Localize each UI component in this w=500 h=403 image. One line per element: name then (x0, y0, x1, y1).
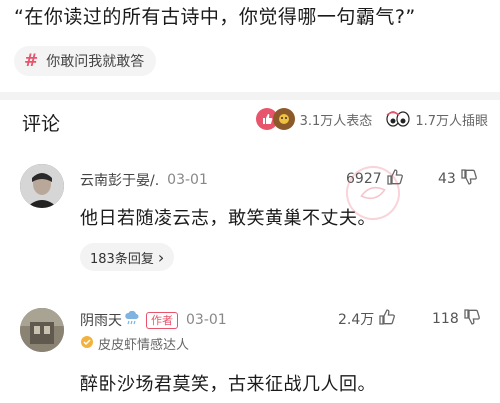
reaction-icons (255, 108, 295, 130)
comment-meta: 阴雨天 作者 03-01 (80, 310, 227, 330)
comments-title: 评论 (22, 113, 61, 135)
replies-count: 183条回复 (90, 251, 154, 267)
thumbs-up-icon (378, 308, 396, 330)
emoji-reaction-icon (272, 108, 295, 130)
comment-item: 云南彭于晏/. 03-01 6927 43 他日若随凌云志，敢笑黄巢不丈夫。 1… (0, 150, 500, 280)
avatar[interactable] (20, 308, 64, 352)
reaction-illustrated-count: 1.7万人插眼 (415, 113, 488, 129)
user-title-text: 皮皮虾情感达人 (98, 338, 190, 353)
comment-text: 醉卧沙场君莫笑，古来征战几人回。 (80, 374, 376, 395)
dislike-button[interactable]: 43 (438, 168, 478, 190)
comment-meta: 云南彭于晏/. 03-01 (80, 170, 208, 190)
topic-label: 你敢问我就敢答 (46, 54, 145, 70)
section-divider (0, 92, 500, 100)
author-badge: 作者 (146, 311, 178, 329)
user-title: 皮皮虾情感达人 (80, 334, 189, 353)
comment-date: 03-01 (167, 172, 208, 188)
eyes-icon (386, 111, 410, 127)
comments-header: 评论 3.1万人表态 1.7万人插眼 (0, 100, 500, 144)
reaction-summary[interactable]: 3.1万人表态 1.7万人插眼 (255, 108, 488, 130)
hashtag-icon: # (24, 51, 39, 71)
view-replies-button[interactable]: 183条回复 › (80, 243, 175, 271)
comment-date: 03-01 (186, 312, 227, 328)
comment-text: 他日若随凌云志，敢笑黄巢不丈夫。 (80, 208, 376, 229)
thumbs-down-icon (460, 168, 478, 190)
avatar[interactable] (20, 164, 64, 208)
chevron-right-icon: › (157, 247, 165, 267)
dislike-button[interactable]: 118 (432, 308, 481, 330)
dislike-count: 43 (438, 171, 456, 187)
post-question: “在你读过的所有古诗中，你觉得哪一句霸气?” (14, 6, 416, 28)
like-count: 2.4万 (338, 312, 375, 328)
username[interactable]: 阴雨天 (80, 310, 122, 330)
comment-item: 阴雨天 作者 03-01 2.4万 118 皮皮虾情感达人 醉卧沙场君莫笑，古来… (0, 300, 500, 403)
reaction-expressed-count: 3.1万人表态 (299, 113, 373, 129)
dislike-count: 118 (432, 311, 459, 327)
like-button[interactable]: 2.4万 (338, 308, 396, 330)
username[interactable]: 云南彭于晏/. (80, 170, 159, 190)
cloud-rain-icon (124, 310, 140, 329)
verified-badge-icon (80, 335, 94, 353)
thumbs-down-icon (463, 308, 481, 330)
topic-chip[interactable]: # 你敢问我就敢答 (14, 46, 157, 76)
